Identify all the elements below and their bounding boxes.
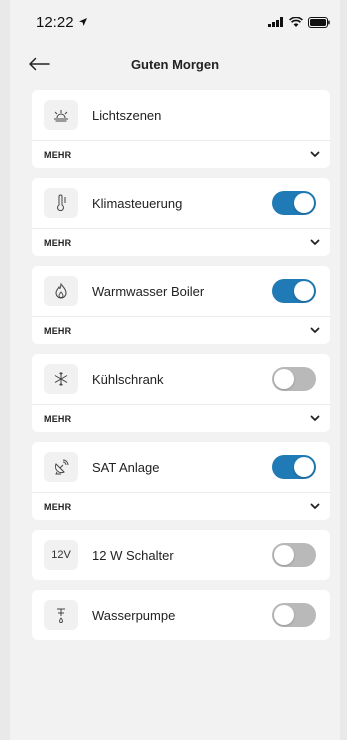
card-main[interactable]: SAT Anlage bbox=[32, 442, 330, 492]
card-label: SAT Anlage bbox=[92, 459, 160, 475]
card-label: Warmwasser Boiler bbox=[92, 283, 205, 299]
more-button[interactable]: MEHR bbox=[32, 404, 330, 432]
card-main[interactable]: Lichtszenen bbox=[32, 90, 330, 140]
card-icon-box bbox=[44, 188, 78, 218]
status-icons bbox=[268, 16, 330, 28]
card-label: Lichtszenen bbox=[92, 107, 162, 123]
more-label: MEHR bbox=[44, 413, 72, 424]
card-main[interactable]: Warmwasser Boiler bbox=[32, 266, 330, 316]
satellite-dish-icon bbox=[54, 459, 69, 475]
more-button[interactable]: MEHR bbox=[32, 140, 330, 168]
device-card-lichtszenen: Lichtszenen MEHR bbox=[32, 90, 330, 168]
toggle-knob bbox=[294, 193, 314, 213]
card-main[interactable]: 12V 12 W Schalter bbox=[32, 530, 330, 580]
more-button[interactable]: MEHR bbox=[32, 316, 330, 344]
card-label: Kühlschrank bbox=[92, 371, 164, 387]
card-icon-box bbox=[44, 364, 78, 394]
device-card-wasserpumpe: Wasserpumpe bbox=[32, 590, 330, 640]
chevron-down-icon bbox=[310, 239, 320, 245]
device-card-warmwasser-boiler: Warmwasser Boiler MEHR bbox=[32, 266, 330, 344]
nav-bar: Guten Morgen bbox=[10, 44, 340, 84]
more-label: MEHR bbox=[44, 325, 72, 336]
toggle-knob bbox=[274, 605, 294, 625]
device-card-sat-anlage: SAT Anlage MEHR bbox=[32, 442, 330, 520]
chevron-down-icon bbox=[310, 415, 320, 421]
toggle-knob bbox=[294, 281, 314, 301]
page-title: Guten Morgen bbox=[130, 56, 220, 72]
power-toggle[interactable] bbox=[272, 367, 316, 391]
card-label: 12 W Schalter bbox=[92, 547, 174, 563]
arrow-left-icon bbox=[29, 57, 50, 71]
water-tap-icon bbox=[57, 608, 65, 623]
device-card-kuehlschrank: Kühlschrank MEHR bbox=[32, 354, 330, 432]
chevron-down-icon bbox=[310, 327, 320, 333]
cellular-signal-icon bbox=[268, 17, 283, 27]
12v-icon-text: 12V bbox=[51, 549, 71, 561]
snowflake-icon bbox=[54, 372, 68, 386]
toggle-knob bbox=[274, 369, 294, 389]
more-label: MEHR bbox=[44, 237, 72, 248]
device-card-klimasteuerung: Klimasteuerung MEHR bbox=[32, 178, 330, 256]
more-button[interactable]: MEHR bbox=[32, 228, 330, 256]
battery-icon bbox=[308, 16, 330, 28]
status-time-group: 12:22 bbox=[36, 14, 88, 31]
thermometer-icon bbox=[57, 194, 66, 212]
more-button[interactable]: MEHR bbox=[32, 492, 330, 520]
status-bar: 12:22 bbox=[10, 0, 340, 44]
more-label: MEHR bbox=[44, 501, 72, 512]
card-label: Klimasteuerung bbox=[92, 195, 183, 211]
toggle-knob bbox=[294, 457, 314, 477]
flame-icon bbox=[55, 283, 67, 299]
12v-icon: 12V bbox=[44, 540, 78, 570]
device-card-12w-schalter: 12V 12 W Schalter bbox=[32, 530, 330, 580]
chevron-down-icon bbox=[310, 503, 320, 509]
card-main[interactable]: Kühlschrank bbox=[32, 354, 330, 404]
card-icon-box bbox=[44, 100, 78, 130]
card-main[interactable]: Wasserpumpe bbox=[32, 590, 330, 640]
card-icon-box bbox=[44, 276, 78, 306]
power-toggle[interactable] bbox=[272, 191, 316, 215]
app-screen: 12:22 Guten Morgen Lichtszenen MEHR Klim… bbox=[10, 0, 340, 740]
more-label: MEHR bbox=[44, 149, 72, 160]
chevron-down-icon bbox=[310, 151, 320, 157]
card-label: Wasserpumpe bbox=[92, 607, 176, 623]
power-toggle[interactable] bbox=[272, 279, 316, 303]
device-list: Lichtszenen MEHR Klimasteuerung MEHR War… bbox=[10, 90, 340, 640]
wifi-icon bbox=[289, 17, 303, 27]
location-arrow-icon bbox=[78, 18, 87, 26]
light-scene-icon bbox=[54, 110, 68, 122]
status-time: 12:22 bbox=[36, 13, 74, 31]
card-icon-box bbox=[44, 452, 78, 482]
card-main[interactable]: Klimasteuerung bbox=[32, 178, 330, 228]
power-toggle[interactable] bbox=[272, 603, 316, 627]
power-toggle[interactable] bbox=[272, 455, 316, 479]
power-toggle[interactable] bbox=[272, 543, 316, 567]
toggle-knob bbox=[274, 545, 294, 565]
card-icon-box bbox=[44, 600, 78, 630]
back-button[interactable] bbox=[28, 52, 54, 76]
